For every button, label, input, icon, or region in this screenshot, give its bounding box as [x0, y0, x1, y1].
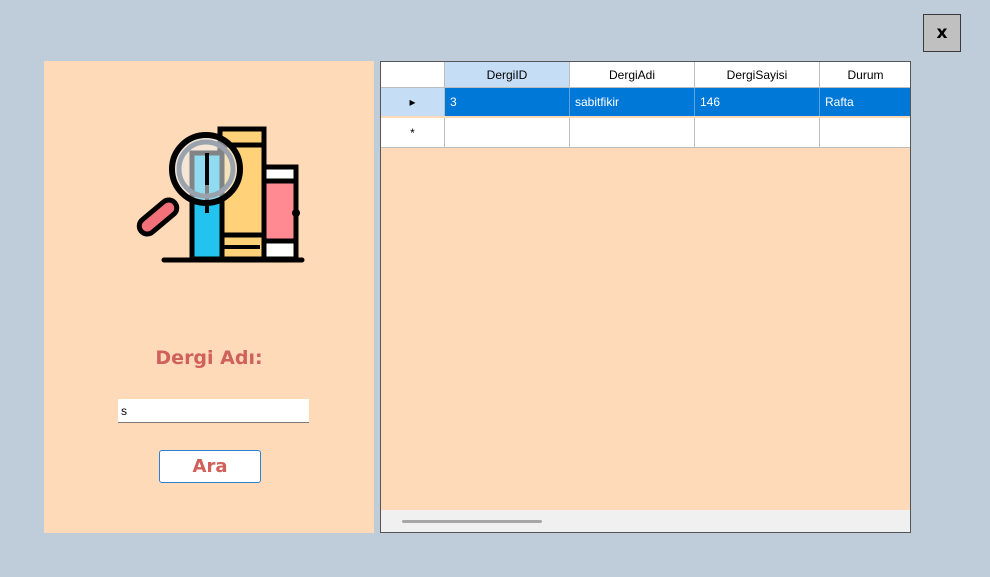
- new-cell-dergisayisi[interactable]: [695, 118, 820, 148]
- search-panel: Dergi Adı: Ara: [44, 61, 374, 533]
- new-row[interactable]: *: [381, 118, 910, 148]
- column-header-durum[interactable]: Durum: [820, 62, 910, 88]
- close-button[interactable]: x: [923, 14, 961, 52]
- new-cell-dergiadi[interactable]: [570, 118, 695, 148]
- column-header-dergisayisi[interactable]: DergiSayisi: [695, 62, 820, 88]
- column-header-dergiadi[interactable]: DergiAdi: [570, 62, 695, 88]
- horizontal-scrollbar[interactable]: [381, 510, 910, 532]
- new-cell-durum[interactable]: [820, 118, 910, 148]
- cell-dergiid[interactable]: 3: [445, 88, 570, 116]
- results-grid[interactable]: DergiID DergiAdi DergiSayisi Durum ▸ 3 s…: [380, 61, 911, 533]
- new-cell-dergiid[interactable]: [445, 118, 570, 148]
- magazine-name-input[interactable]: [118, 399, 309, 423]
- cell-durum[interactable]: Rafta: [820, 88, 910, 116]
- cell-dergiadi[interactable]: sabitfikir: [570, 88, 695, 116]
- new-row-asterisk-icon[interactable]: *: [381, 118, 445, 148]
- scrollbar-thumb[interactable]: [402, 520, 542, 523]
- grid-header-row: DergiID DergiAdi DergiSayisi Durum: [381, 62, 910, 88]
- search-button[interactable]: Ara: [159, 450, 261, 483]
- books-magnifier-icon: [136, 126, 305, 263]
- table-row[interactable]: ▸ 3 sabitfikir 146 Rafta: [381, 88, 910, 116]
- magazine-name-label: Dergi Adı:: [155, 347, 263, 369]
- cell-dergisayisi[interactable]: 146: [695, 88, 820, 116]
- column-header-dergiid[interactable]: DergiID: [445, 62, 570, 88]
- row-header-corner[interactable]: [381, 62, 445, 88]
- row-selector-arrow-icon[interactable]: ▸: [381, 88, 445, 116]
